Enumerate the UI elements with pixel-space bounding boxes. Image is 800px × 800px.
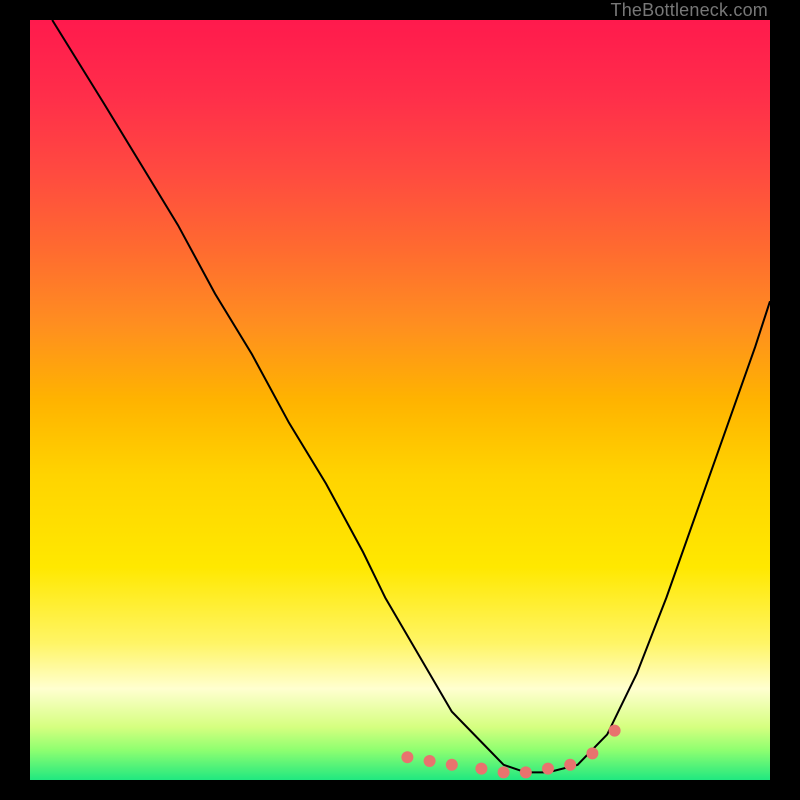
marker-dot xyxy=(609,725,621,737)
marker-dot xyxy=(542,763,554,775)
gradient-background xyxy=(30,20,770,780)
frame-right xyxy=(770,0,800,800)
marker-dot xyxy=(401,751,413,763)
marker-dot xyxy=(520,766,532,778)
marker-dot xyxy=(564,759,576,771)
marker-dot xyxy=(586,747,598,759)
chart-svg xyxy=(30,20,770,780)
marker-dot xyxy=(424,755,436,767)
plot-area xyxy=(30,20,770,780)
marker-dot xyxy=(475,763,487,775)
watermark-text: TheBottleneck.com xyxy=(611,0,768,21)
frame-left xyxy=(0,0,30,800)
marker-dot xyxy=(498,766,510,778)
frame-bottom xyxy=(0,780,800,800)
chart-stage: TheBottleneck.com xyxy=(0,0,800,800)
marker-dot xyxy=(446,759,458,771)
